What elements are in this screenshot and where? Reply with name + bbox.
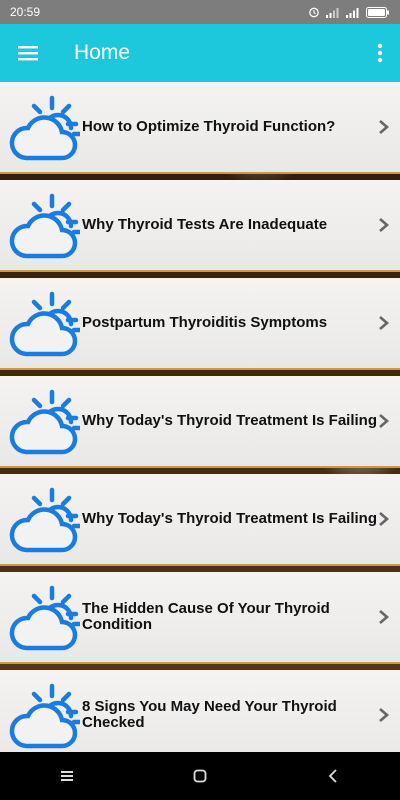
hamburger-menu-icon[interactable] <box>0 24 56 82</box>
chevron-right-icon <box>379 414 389 428</box>
list-item[interactable]: Why Thyroid Tests Are Inadequate <box>0 180 400 272</box>
list-item-label: Why Today's Thyroid Treatment Is Failing <box>82 510 377 527</box>
sun-cloud-icon <box>9 95 80 161</box>
chevron-right-icon <box>379 218 389 232</box>
list-item[interactable]: Postpartum Thyroiditis Symptoms <box>0 278 400 370</box>
back-icon[interactable] <box>303 752 363 800</box>
sun-cloud-icon <box>9 193 80 259</box>
sun-cloud-icon <box>9 683 80 749</box>
chevron-right-icon <box>379 120 389 134</box>
page-title: Home <box>74 41 131 64</box>
topic-list: How to Optimize Thyroid Function? Why Th… <box>0 82 400 752</box>
home-icon[interactable] <box>170 752 230 800</box>
list-item[interactable]: Why Today's Thyroid Treatment Is Failing <box>0 376 400 468</box>
alarm-icon <box>308 6 320 18</box>
chevron-right-icon <box>379 610 389 624</box>
sun-cloud-icon <box>9 291 80 357</box>
chevron-right-icon <box>379 316 389 330</box>
sun-cloud-icon <box>9 389 80 455</box>
recent-apps-icon[interactable] <box>37 752 97 800</box>
more-vert-icon[interactable] <box>360 24 400 82</box>
list-item-label: 8 Signs You May Need Your Thyroid Checke… <box>82 698 337 731</box>
signal-icon <box>346 7 360 18</box>
app-bar: Home <box>0 24 400 82</box>
chevron-right-icon <box>379 512 389 526</box>
status-time: 20:59 <box>10 5 41 19</box>
list-item[interactable]: The Hidden Cause Of Your Thyroid Conditi… <box>0 572 400 664</box>
list-item[interactable]: Why Today's Thyroid Treatment Is Failing <box>0 474 400 566</box>
sun-cloud-icon <box>9 487 80 553</box>
list-item-label: The Hidden Cause Of Your Thyroid Conditi… <box>82 600 330 633</box>
chevron-right-icon <box>379 708 389 722</box>
list-item-label: Why Thyroid Tests Are Inadequate <box>82 216 328 233</box>
status-bar: 20:59 <box>0 0 400 24</box>
list-item[interactable]: 8 Signs You May Need Your Thyroid Checke… <box>0 670 400 752</box>
list-item-label: Postpartum Thyroiditis Symptoms <box>82 314 328 331</box>
list-item[interactable]: How to Optimize Thyroid Function? <box>0 82 400 174</box>
status-icons <box>308 6 390 18</box>
list-item-label: How to Optimize Thyroid Function? <box>82 118 336 135</box>
signal-icon <box>326 7 340 18</box>
list-item-label: Why Today's Thyroid Treatment Is Failing <box>82 412 377 429</box>
battery-icon <box>366 6 390 18</box>
system-nav-bar <box>0 752 400 800</box>
sun-cloud-icon <box>9 585 80 651</box>
